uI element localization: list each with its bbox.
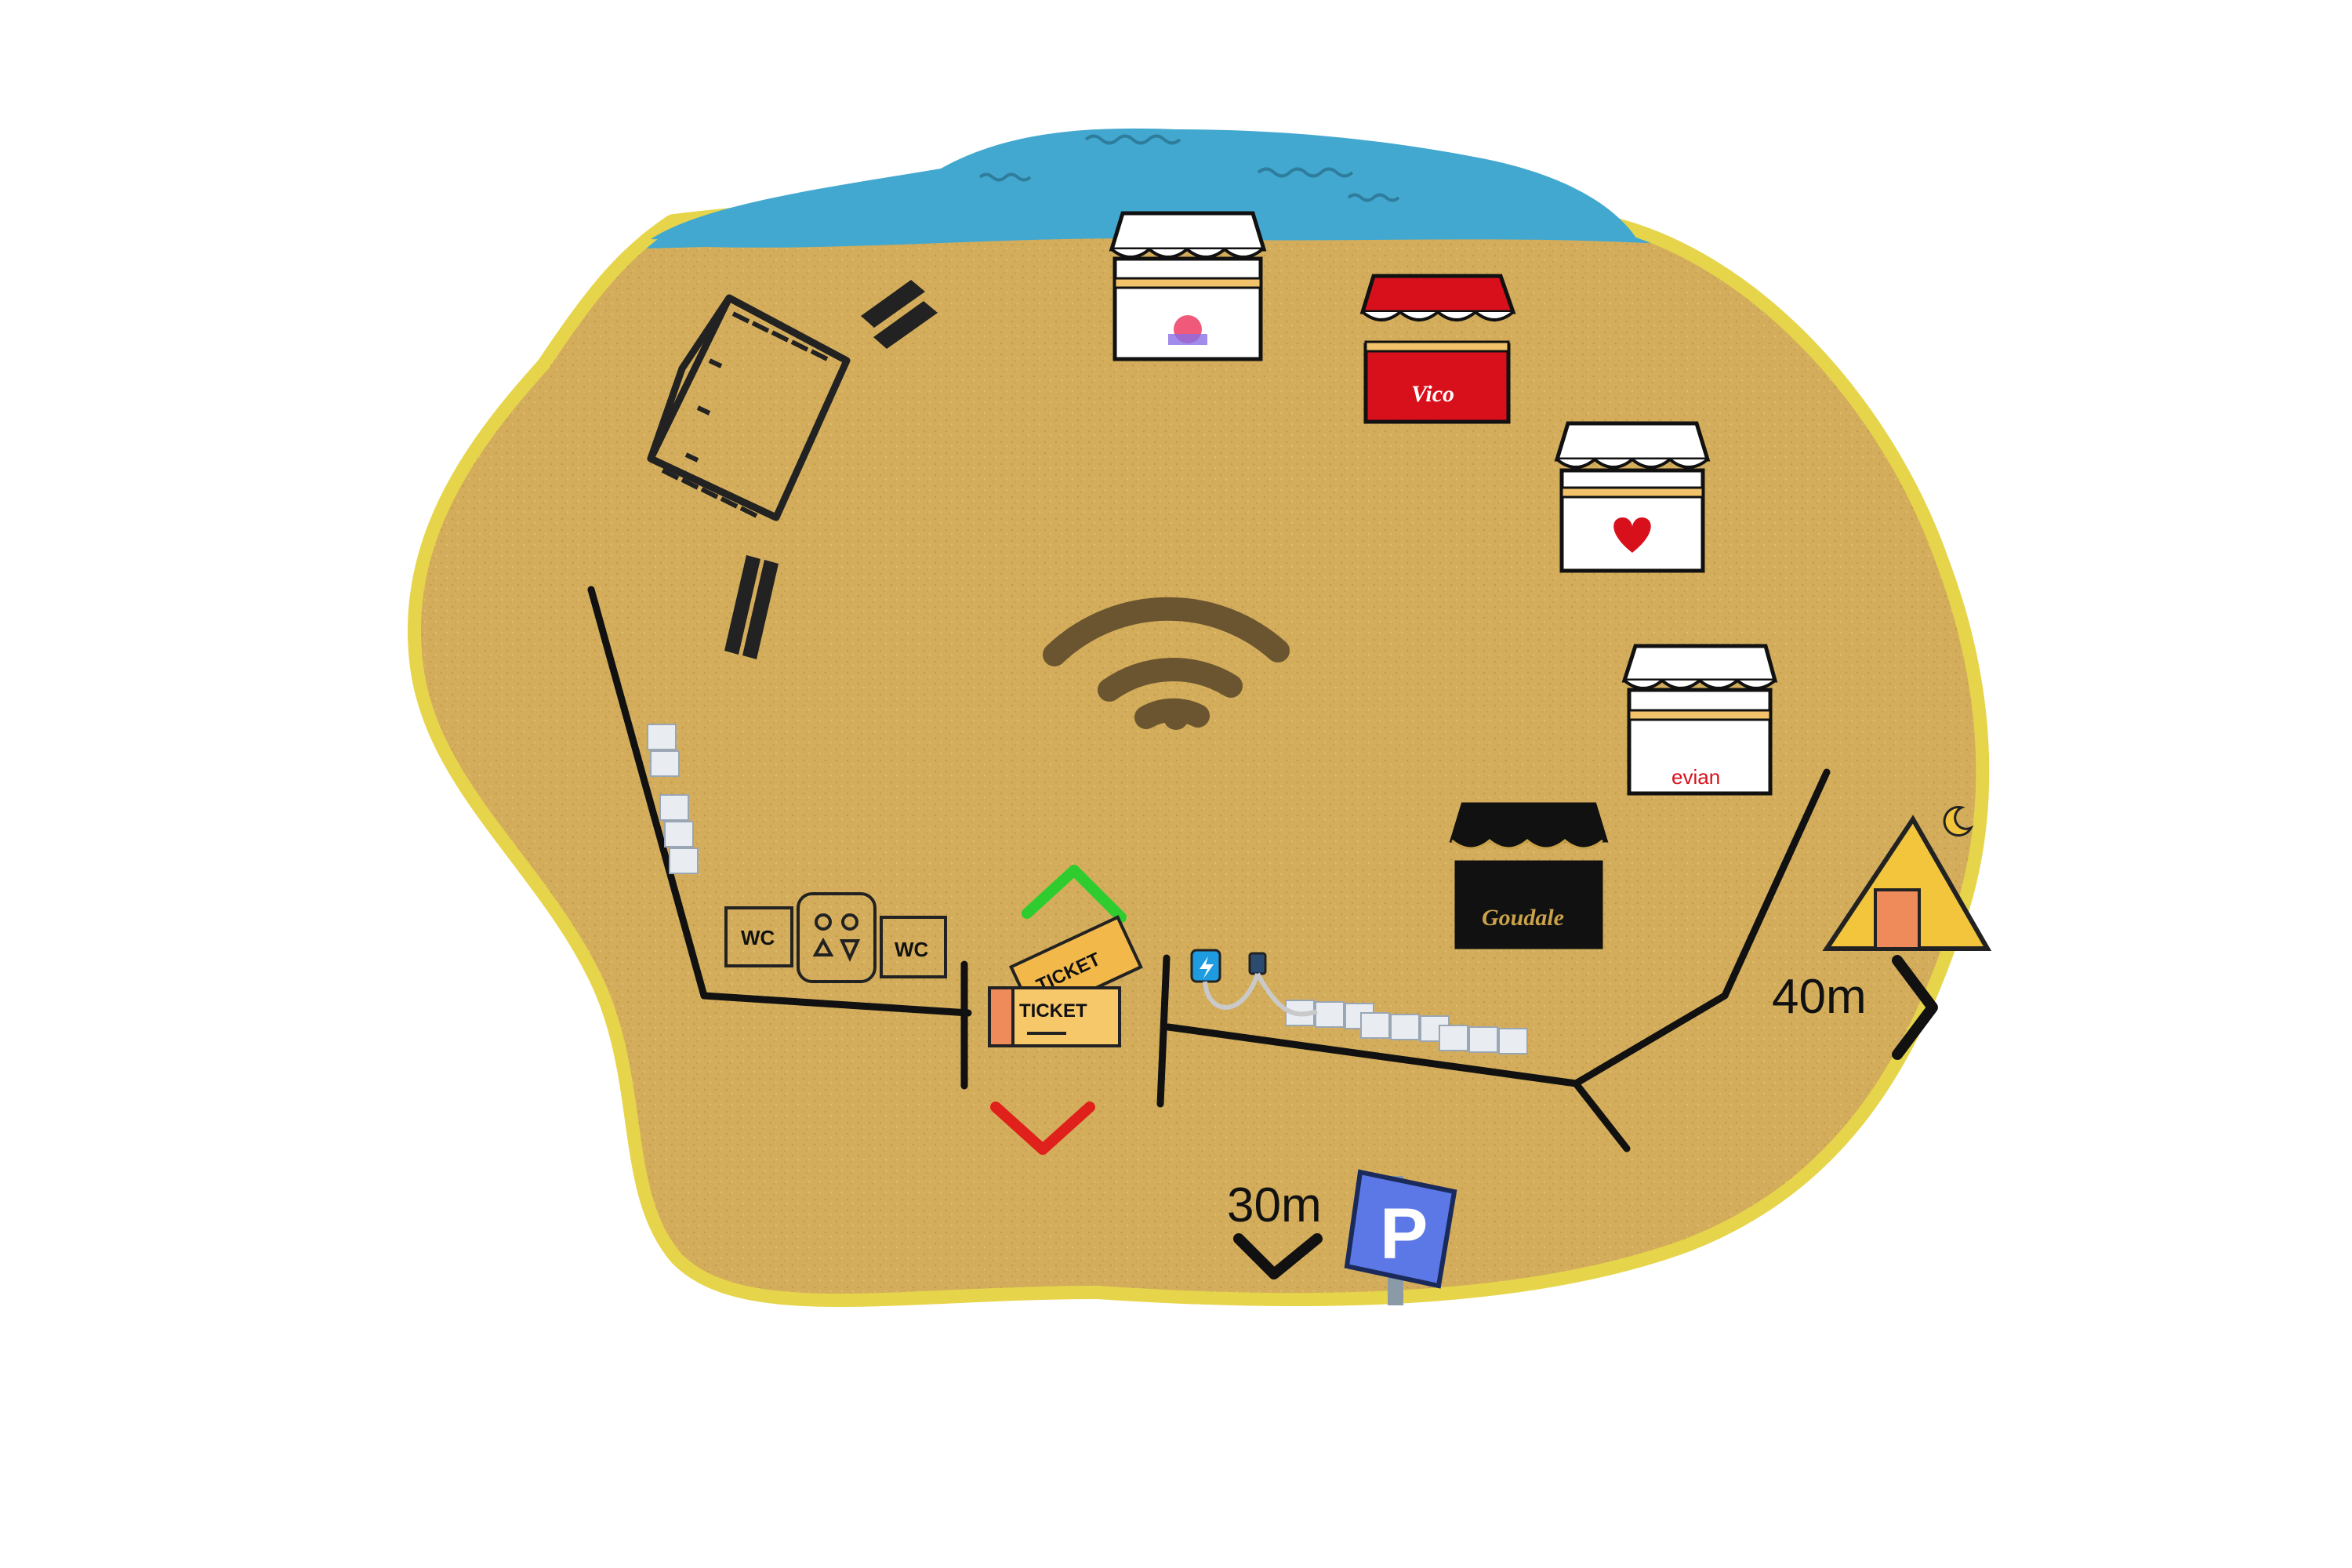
vico-logo-icon: Vico [1411, 381, 1454, 407]
stand-vico[interactable]: Vico [1359, 274, 1516, 424]
goudale-logo-icon: Goudale [1482, 905, 1564, 931]
stand-sunset[interactable] [1109, 211, 1267, 361]
wc-label-right: WC [895, 938, 929, 961]
stand-goudale[interactable]: Goudale [1449, 802, 1609, 949]
parking-sign-letter: P [1380, 1194, 1428, 1274]
stand-heart[interactable] [1554, 421, 1711, 573]
wc-label-left: WC [741, 926, 775, 949]
evian-logo-icon: evian [1671, 765, 1720, 789]
ticket-label: TICKET [1019, 1000, 1087, 1022]
camping-distance: 40m [1772, 970, 1867, 1024]
festival-beach-map: WC WC TICKET TICKET Vico evian Goudale 4… [407, 128, 1992, 1307]
parking-distance: 30m [1227, 1178, 1322, 1232]
stand-evian[interactable]: evian [1621, 644, 1778, 796]
